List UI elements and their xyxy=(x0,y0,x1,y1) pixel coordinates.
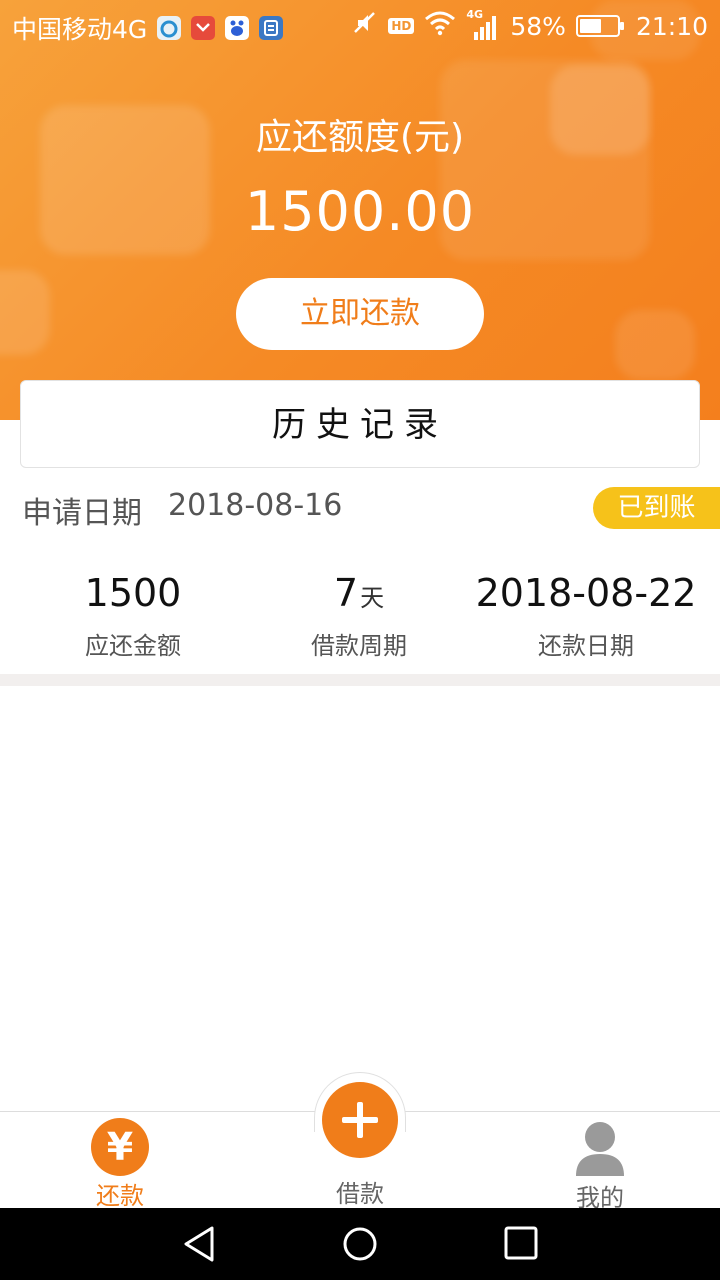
battery-fill xyxy=(579,19,601,33)
back-icon[interactable] xyxy=(180,1224,220,1268)
header-banner: 中国移动4G HD 4G 58% 21:10 应还额度(元) 1500.00 立… xyxy=(0,0,720,420)
header-decoration xyxy=(0,270,50,355)
user-icon xyxy=(570,1120,630,1176)
stat-value: 1500 xyxy=(84,571,182,615)
hd-badge: HD xyxy=(388,18,415,34)
tab-mine[interactable]: 我的 xyxy=(540,1120,660,1213)
battery-icon xyxy=(575,15,624,37)
system-nav-bar xyxy=(0,1208,720,1280)
wifi-icon xyxy=(424,10,456,42)
tab-label: 借款 xyxy=(336,1180,384,1208)
yen-icon: ¥ xyxy=(91,1118,149,1176)
status-bar-right: HD 4G 58% 21:10 xyxy=(352,8,708,42)
repay-now-button[interactable]: 立即还款 xyxy=(236,278,484,350)
status-bar: 中国移动4G HD 4G 58% 21:10 xyxy=(0,0,720,50)
tab-label: 还款 xyxy=(96,1182,144,1210)
stat-label: 应还金额 xyxy=(85,632,181,660)
status-badge: 已到账 xyxy=(593,487,720,529)
stat-repay-date: 2018-08-22 还款日期 xyxy=(466,570,706,661)
stat-label: 还款日期 xyxy=(538,632,634,660)
app-circle-icon xyxy=(157,16,182,40)
app-blue-icon xyxy=(259,16,284,40)
tab-repay[interactable]: ¥ 还款 xyxy=(60,1118,180,1211)
stat-value: 7 xyxy=(333,571,359,615)
tab-borrow[interactable]: 借款 xyxy=(300,1082,420,1209)
stat-value: 2018-08-22 xyxy=(475,571,697,615)
header-decoration xyxy=(615,310,695,380)
history-header[interactable]: 历史记录 xyxy=(20,380,700,468)
home-icon[interactable] xyxy=(342,1224,382,1268)
carrier-label: 中国移动4G xyxy=(12,15,148,44)
plus-icon xyxy=(322,1082,398,1158)
apply-date-label: 申请日期 xyxy=(22,496,142,531)
stat-label: 借款周期 xyxy=(311,632,407,660)
status-bar-left: 中国移动4G xyxy=(12,10,284,46)
app-red-icon xyxy=(191,16,216,40)
section-divider xyxy=(0,674,720,686)
apply-date-value: 2018-08-16 xyxy=(168,488,343,523)
battery-percent: 58% xyxy=(510,11,566,41)
mute-icon xyxy=(352,10,378,42)
stat-unit: 天 xyxy=(360,584,385,612)
stat-repay-amount: 1500 应还金额 xyxy=(13,570,253,661)
signal-icon: 4G xyxy=(466,8,500,40)
stat-loan-period: 7天 借款周期 xyxy=(239,570,479,661)
baidu-icon xyxy=(225,16,250,40)
recent-apps-icon[interactable] xyxy=(502,1224,542,1268)
due-amount: 1500.00 xyxy=(244,180,476,243)
page-title: 应还额度(元) xyxy=(255,117,465,158)
clock: 21:10 xyxy=(635,11,708,41)
